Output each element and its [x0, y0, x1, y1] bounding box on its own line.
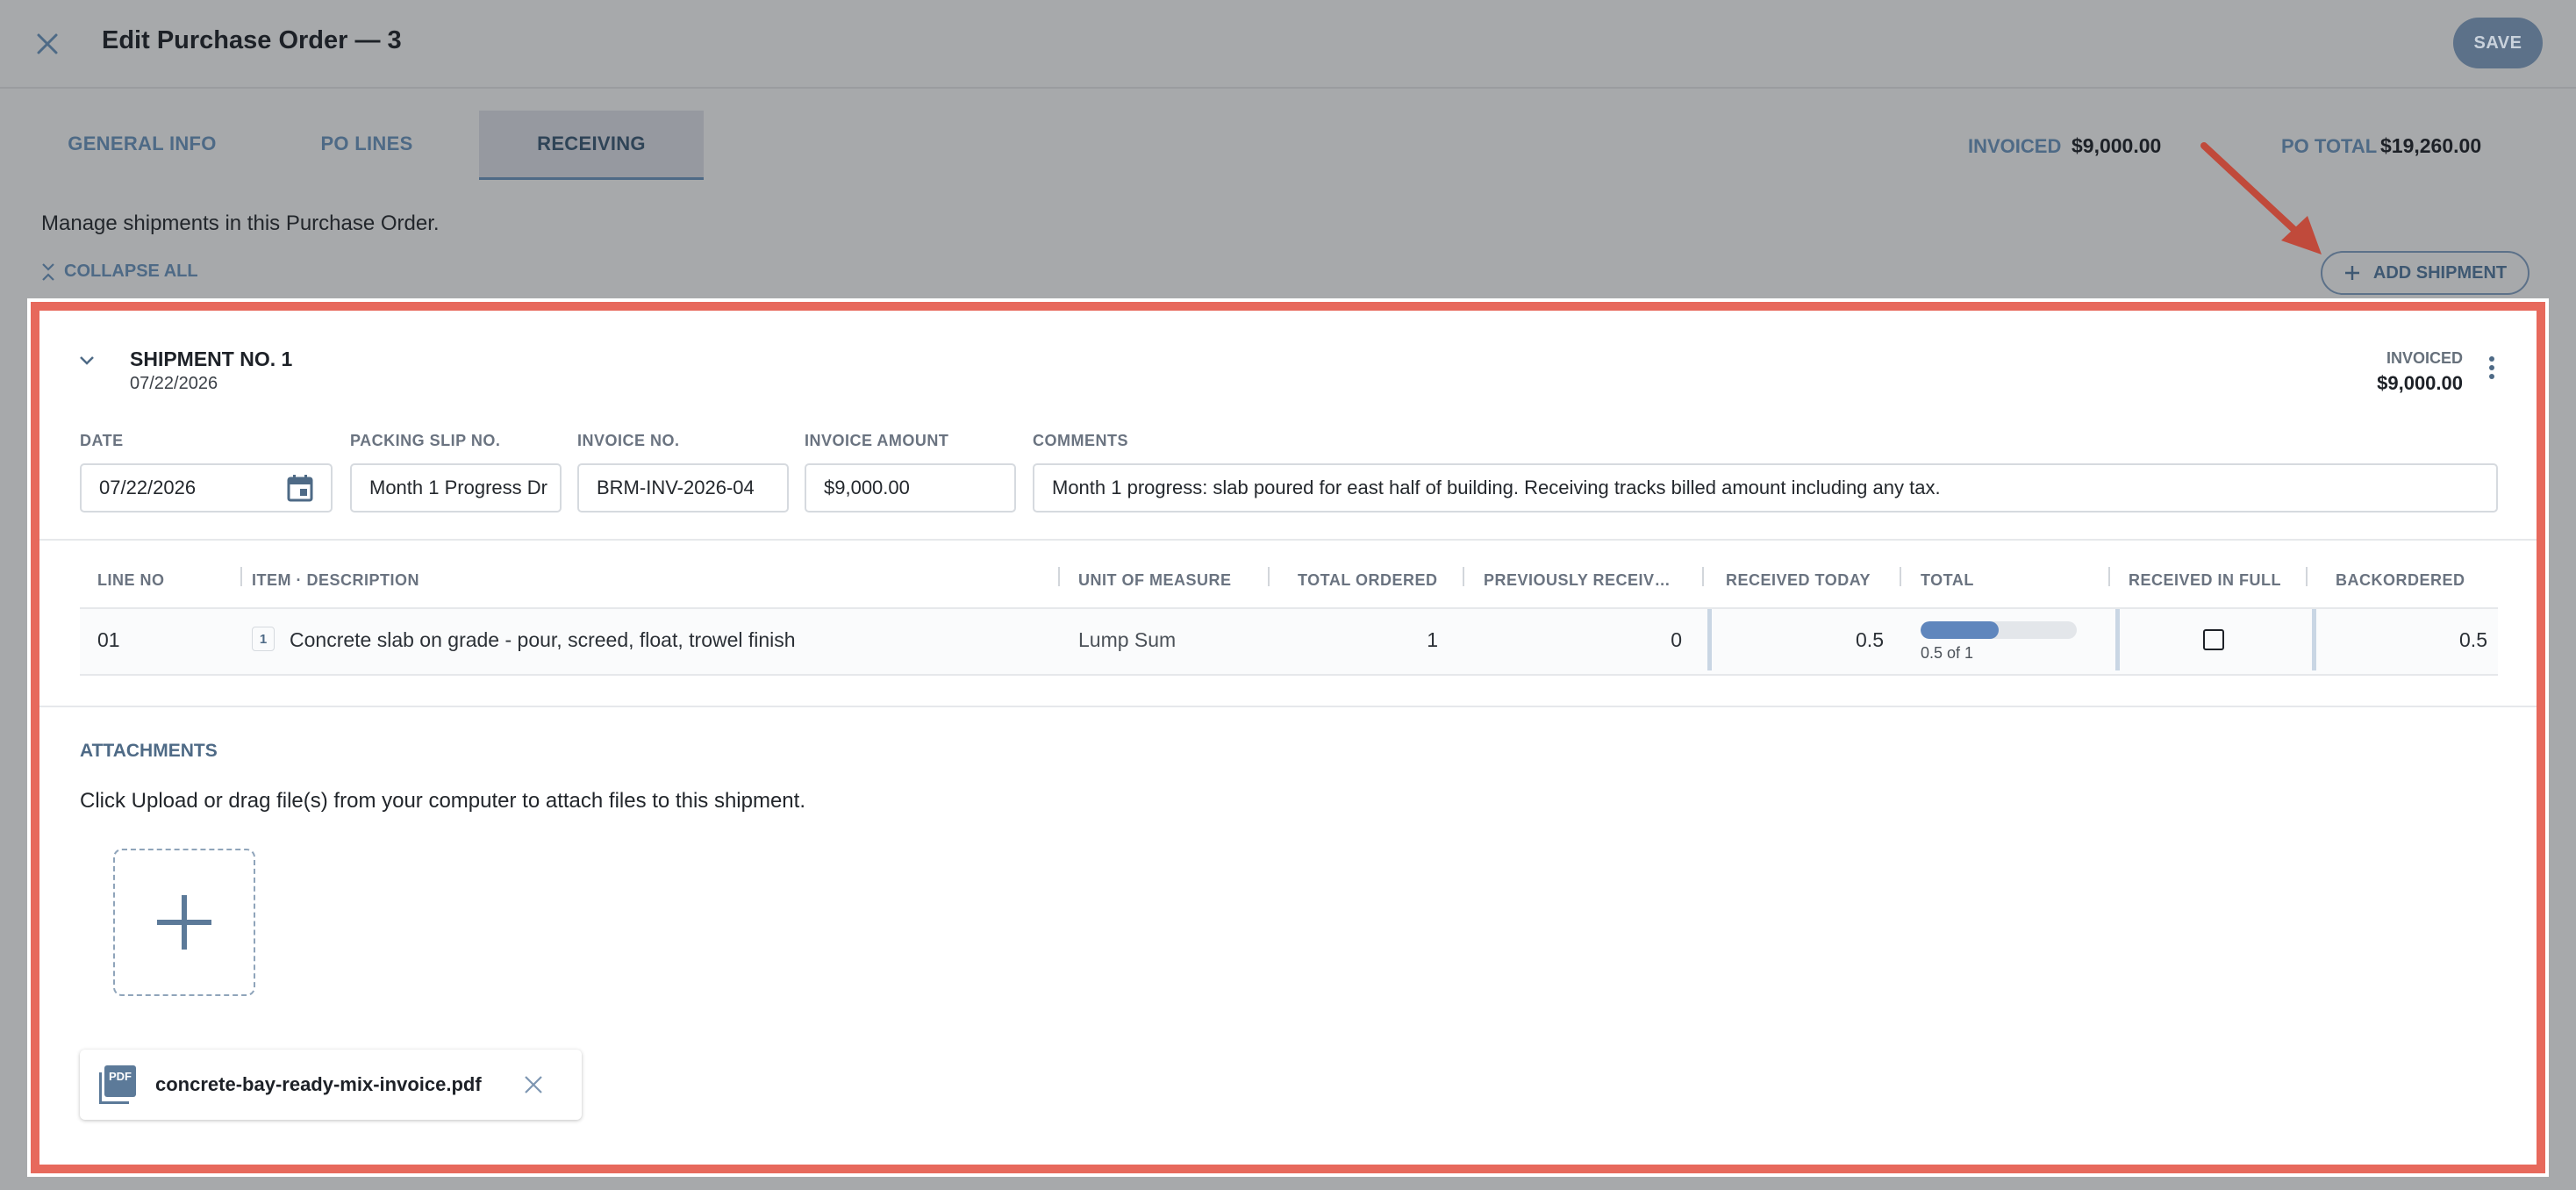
packing-slip-field[interactable]: Month 1 Progress Dr — [350, 463, 562, 513]
upload-button[interactable] — [113, 849, 255, 996]
calendar-icon[interactable] — [287, 474, 313, 502]
col-backordered: BACKORDERED — [2336, 571, 2465, 589]
shipment-title: SHIPMENT NO. 1 — [130, 348, 293, 370]
col-previously-received: PREVIOUSLY RECEIV… — [1484, 571, 1671, 589]
section-divider — [39, 706, 2537, 707]
attachment-file-name: concrete-bay-ready-mix-invoice.pdf — [155, 1073, 482, 1095]
row-line-no: 01 — [97, 628, 120, 651]
remove-attachment-icon[interactable] — [524, 1075, 543, 1094]
more-vertical-icon — [2489, 356, 2494, 379]
date-field[interactable]: 07/22/2026 — [80, 463, 333, 513]
row-description: Concrete slab on grade - pour, screed, f… — [290, 628, 796, 651]
col-received-today: RECEIVED TODAY — [1726, 571, 1871, 589]
chevron-down-icon — [80, 356, 94, 365]
invoice-no-label: INVOICE NO. — [577, 432, 680, 449]
shipment-card: SHIPMENT NO. 1 07/22/2026 INVOICED $9,00… — [27, 298, 2549, 1177]
date-field-value: 07/22/2026 — [99, 477, 197, 498]
collapse-shipment-button[interactable] — [78, 355, 96, 371]
row-backordered: 0.5 — [2459, 628, 2487, 651]
col-separator — [1268, 567, 1270, 586]
attachments-description: Click Upload or drag file(s) from your c… — [80, 789, 805, 813]
pdf-file-icon: PDF — [99, 1065, 136, 1104]
comments-field[interactable]: Month 1 progress: slab poured for east h… — [1033, 463, 2498, 513]
annotation-arrow-icon — [2200, 142, 2322, 254]
col-separator — [1702, 567, 1704, 586]
attachment-file-chip[interactable]: PDF concrete-bay-ready-mix-invoice.pdf — [80, 1050, 582, 1120]
invoice-amount-label: INVOICE AMOUNT — [805, 432, 949, 449]
shipment-invoiced-value: $9,000.00 — [2377, 372, 2463, 394]
shipment-menu-button[interactable] — [2487, 355, 2496, 385]
col-total-ordered: TOTAL ORDERED — [1298, 571, 1438, 589]
received-today-input[interactable]: 0.5 — [1724, 628, 1884, 652]
invoice-amount-field[interactable]: $9,000.00 — [805, 463, 1016, 513]
col-total: TOTAL — [1921, 571, 1974, 589]
col-received-in-full: RECEIVED IN FULL — [2129, 571, 2282, 589]
plus-icon — [2344, 266, 2359, 280]
close-icon — [37, 33, 58, 54]
close-button[interactable] — [26, 23, 68, 65]
shipment-invoiced-label: INVOICED — [2386, 349, 2463, 367]
total-progress-text: 0.5 of 1 — [1921, 644, 1974, 662]
collapse-all-button[interactable]: COLLAPSE ALL — [41, 262, 198, 282]
cell-separator — [1707, 609, 1712, 670]
col-separator — [1058, 567, 1060, 586]
packing-slip-label: PACKING SLIP NO. — [350, 432, 501, 449]
col-line-no: LINE NO — [97, 571, 165, 589]
row-unit: Lump Sum — [1078, 628, 1177, 651]
collapse-all-label: COLLAPSE ALL — [64, 262, 198, 281]
col-separator — [1900, 567, 1901, 586]
save-button[interactable]: SAVE — [2453, 18, 2543, 68]
invoiced-summary-value: $9,000.00 — [2072, 134, 2162, 157]
col-item-description: ITEM · DESCRIPTION — [252, 571, 420, 589]
tab-general-info[interactable]: GENERAL INFO — [41, 111, 243, 177]
collapse-icon — [42, 262, 54, 281]
col-separator — [1463, 567, 1464, 586]
col-separator — [2108, 567, 2110, 586]
col-separator — [240, 567, 242, 586]
date-label: DATE — [80, 432, 124, 449]
add-shipment-button[interactable]: ADD SHIPMENT — [2321, 251, 2529, 295]
total-progress-fill — [1921, 621, 1999, 639]
page-title: Edit Purchase Order — 3 — [102, 26, 402, 54]
received-in-full-checkbox[interactable] — [2203, 629, 2224, 650]
item-badge: 1 — [252, 627, 275, 651]
col-unit-of-measure: UNIT OF MEASURE — [1078, 571, 1232, 589]
pdf-icon-label: PDF — [104, 1065, 136, 1097]
add-shipment-label: ADD SHIPMENT — [2372, 262, 2508, 283]
invoice-no-field[interactable]: BRM-INV-2026-04 — [577, 463, 789, 513]
tab-receiving[interactable]: RECEIVING — [479, 111, 704, 180]
page-description: Manage shipments in this Purchase Order. — [41, 211, 440, 235]
section-divider — [39, 539, 2537, 541]
row-previously-received: 0 — [1671, 628, 1682, 651]
cell-separator — [2312, 609, 2316, 670]
invoiced-summary-label: INVOICED — [1968, 135, 2062, 157]
cell-separator — [2115, 609, 2120, 670]
total-progress-bar — [1921, 621, 2077, 639]
attachments-title: ATTACHMENTS — [80, 741, 218, 761]
row-total-ordered: 1 — [1427, 628, 1438, 651]
col-separator — [2306, 567, 2308, 586]
comments-label: COMMENTS — [1033, 432, 1128, 449]
po-total-value: $19,260.00 — [2380, 134, 2482, 157]
plus-icon — [157, 895, 211, 950]
shipment-date: 07/22/2026 — [130, 374, 218, 393]
tab-po-lines[interactable]: PO LINES — [290, 111, 444, 177]
